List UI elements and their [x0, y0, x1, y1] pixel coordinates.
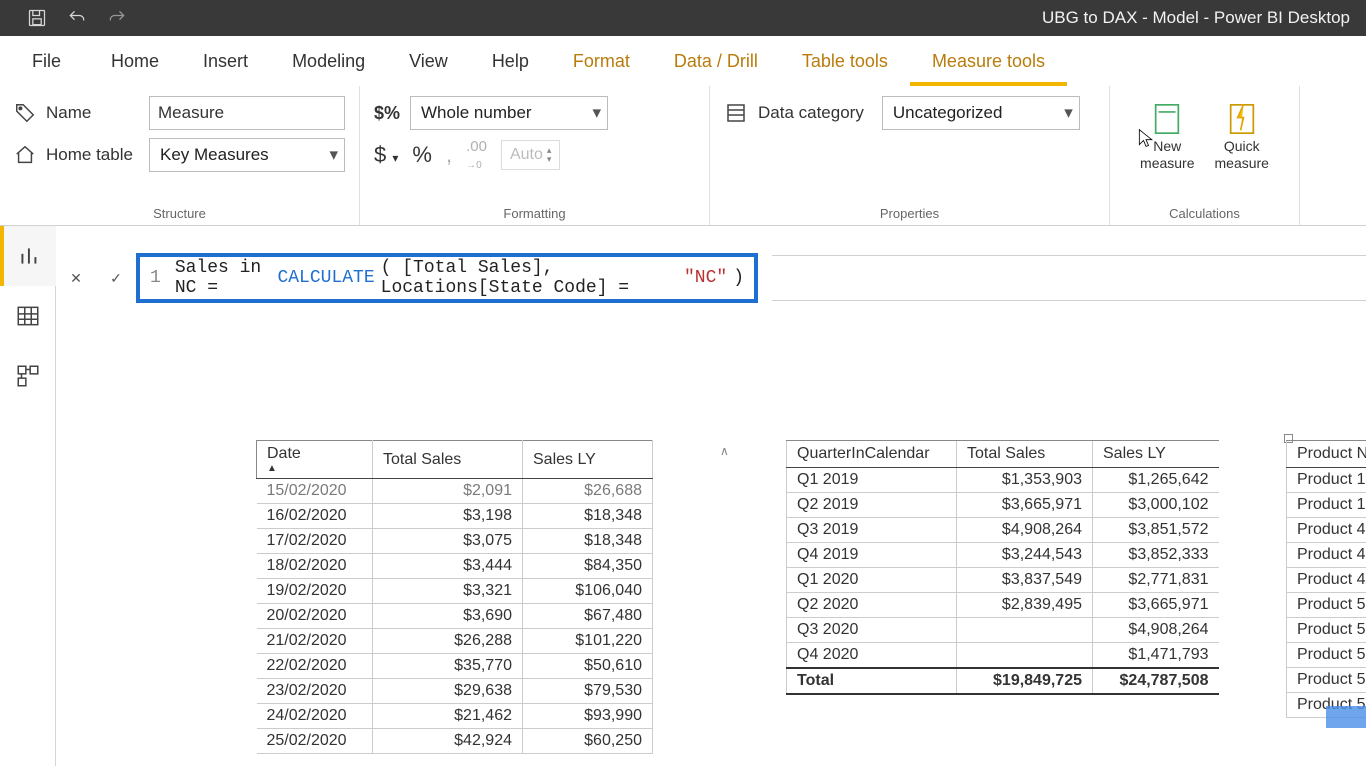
table-row[interactable]: Q1 2020$3,837,549$2,771,831 [787, 568, 1219, 593]
table-row[interactable]: 20/02/2020$3,690$67,480 [257, 604, 653, 629]
quick-measure-button[interactable]: Quick measure [1215, 102, 1269, 172]
table-row[interactable]: 25/02/2020$42,924$60,250 [257, 729, 653, 754]
report-canvas[interactable]: Date▲ Total Sales Sales LY 15/02/2020$2,… [56, 440, 1366, 770]
table-row[interactable]: Product 1 [1287, 493, 1366, 518]
table-row[interactable]: 15/02/2020$2,091$26,688 [257, 479, 653, 504]
chevron-down-icon: ▾ [329, 145, 338, 165]
table-row[interactable]: Q3 2019$4,908,264$3,851,572 [787, 518, 1219, 543]
model-view-icon[interactable] [0, 346, 56, 406]
table-total-row: Total$19,849,725$24,787,508 [787, 668, 1219, 694]
category-icon [724, 101, 748, 125]
scroll-up-icon[interactable]: ∧ [720, 444, 729, 458]
ribbon: Name Home table Key Measures▾ Structure … [0, 86, 1366, 226]
table-row[interactable]: Q2 2020$2,839,495$3,665,971 [787, 593, 1219, 618]
table-daily-sales[interactable]: Date▲ Total Sales Sales LY 15/02/2020$2,… [256, 440, 653, 754]
chevron-down-icon: ▾ [592, 103, 601, 123]
table-row[interactable]: Product 1 [1287, 468, 1366, 493]
decimal-button[interactable]: .00→0 [466, 138, 487, 172]
table-row[interactable]: Product 4 [1287, 568, 1366, 593]
title-bar: UBG to DAX - Model - Power BI Desktop [0, 0, 1366, 36]
formula-bar[interactable]: 1 Sales in NC = CALCULATE ( [Total Sales… [136, 253, 758, 303]
measure-name-input[interactable] [149, 96, 345, 130]
data-category-label: Data category [758, 103, 864, 123]
commit-formula-icon[interactable]: ✓ [96, 258, 136, 298]
group-properties-label: Properties [724, 202, 1095, 223]
tab-table-tools[interactable]: Table tools [780, 39, 910, 86]
calculator-lightning-icon [1225, 102, 1259, 136]
auto-decimal-box[interactable]: Auto ▴▾ [501, 140, 560, 170]
tab-data-drill[interactable]: Data / Drill [652, 39, 780, 86]
percent-button[interactable]: % [412, 142, 432, 168]
table-row[interactable]: 19/02/2020$3,321$106,040 [257, 579, 653, 604]
currency-button[interactable]: $ ▾ [374, 142, 398, 168]
group-formatting-label: Formatting [374, 202, 695, 223]
thousands-button[interactable]: , [446, 142, 452, 168]
home-table-label: Home table [46, 145, 133, 165]
table-row[interactable]: Q3 2020$4,908,264 [787, 618, 1219, 643]
table-row[interactable]: Q4 2020$1,471,793 [787, 643, 1219, 669]
report-view-icon[interactable] [0, 226, 56, 286]
table-row[interactable]: Product 5 [1287, 618, 1366, 643]
tab-home[interactable]: Home [89, 39, 181, 86]
table-row[interactable]: 22/02/2020$35,770$50,610 [257, 654, 653, 679]
new-measure-button[interactable]: New measure [1140, 102, 1194, 172]
group-calc-label: Calculations [1124, 202, 1285, 223]
undo-icon[interactable] [66, 7, 88, 29]
table-row[interactable]: Product 5 [1287, 668, 1366, 693]
chevron-down-icon: ▾ [1064, 103, 1073, 123]
formula-bar-row: ✕ ✓ 1 Sales in NC = CALCULATE ( [Total S… [56, 250, 1366, 306]
table-row[interactable]: 21/02/2020$26,288$101,220 [257, 629, 653, 654]
name-label: Name [46, 103, 91, 123]
table-row[interactable]: Q1 2019$1,353,903$1,265,642 [787, 468, 1219, 493]
table-row[interactable]: Q4 2019$3,244,543$3,852,333 [787, 543, 1219, 568]
format-type-icon: $% [374, 103, 400, 124]
table-row[interactable]: 24/02/2020$21,462$93,990 [257, 704, 653, 729]
table-row[interactable]: Product 5 [1287, 593, 1366, 618]
tab-file[interactable]: File [10, 39, 83, 86]
tab-view[interactable]: View [387, 39, 470, 86]
tab-modeling[interactable]: Modeling [270, 39, 387, 86]
group-structure-label: Structure [14, 202, 345, 223]
table-row[interactable]: Product 4 [1287, 518, 1366, 543]
tab-help[interactable]: Help [470, 39, 551, 86]
table-product[interactable]: Product N Product 1Product 1Product 4Pro… [1286, 440, 1366, 718]
table-row[interactable]: Product 4 [1287, 543, 1366, 568]
home-table-dropdown[interactable]: Key Measures▾ [149, 138, 345, 172]
view-rail [0, 226, 56, 766]
home-icon [14, 144, 36, 166]
window-title: UBG to DAX - Model - Power BI Desktop [1042, 8, 1366, 28]
table-row[interactable]: 23/02/2020$29,638$79,530 [257, 679, 653, 704]
data-view-icon[interactable] [0, 286, 56, 346]
tab-measure-tools[interactable]: Measure tools [910, 39, 1067, 86]
tab-insert[interactable]: Insert [181, 39, 270, 86]
table-quarterly-sales[interactable]: QuarterInCalendar Total Sales Sales LY Q… [786, 440, 1219, 695]
table-row[interactable]: 17/02/2020$3,075$18,348 [257, 529, 653, 554]
sort-asc-icon: ▲ [267, 463, 362, 474]
data-category-dropdown[interactable]: Uncategorized▾ [882, 96, 1080, 130]
redo-icon[interactable] [106, 7, 128, 29]
tag-icon [14, 102, 36, 124]
format-type-dropdown[interactable]: Whole number▾ [410, 96, 608, 130]
table-row[interactable]: 18/02/2020$3,444$84,350 [257, 554, 653, 579]
table-row[interactable]: Product 5 [1287, 643, 1366, 668]
ribbon-tab-strip: File Home Insert Modeling View Help Form… [0, 36, 1366, 86]
save-icon[interactable] [26, 7, 48, 29]
calculator-icon [1150, 102, 1184, 136]
formula-bar-extend [772, 255, 1366, 301]
table-row[interactable]: 16/02/2020$3,198$18,348 [257, 504, 653, 529]
table-row[interactable]: Q2 2019$3,665,971$3,000,102 [787, 493, 1219, 518]
selection-highlight [1326, 706, 1366, 728]
cancel-formula-icon[interactable]: ✕ [56, 258, 96, 298]
tab-format[interactable]: Format [551, 39, 652, 86]
